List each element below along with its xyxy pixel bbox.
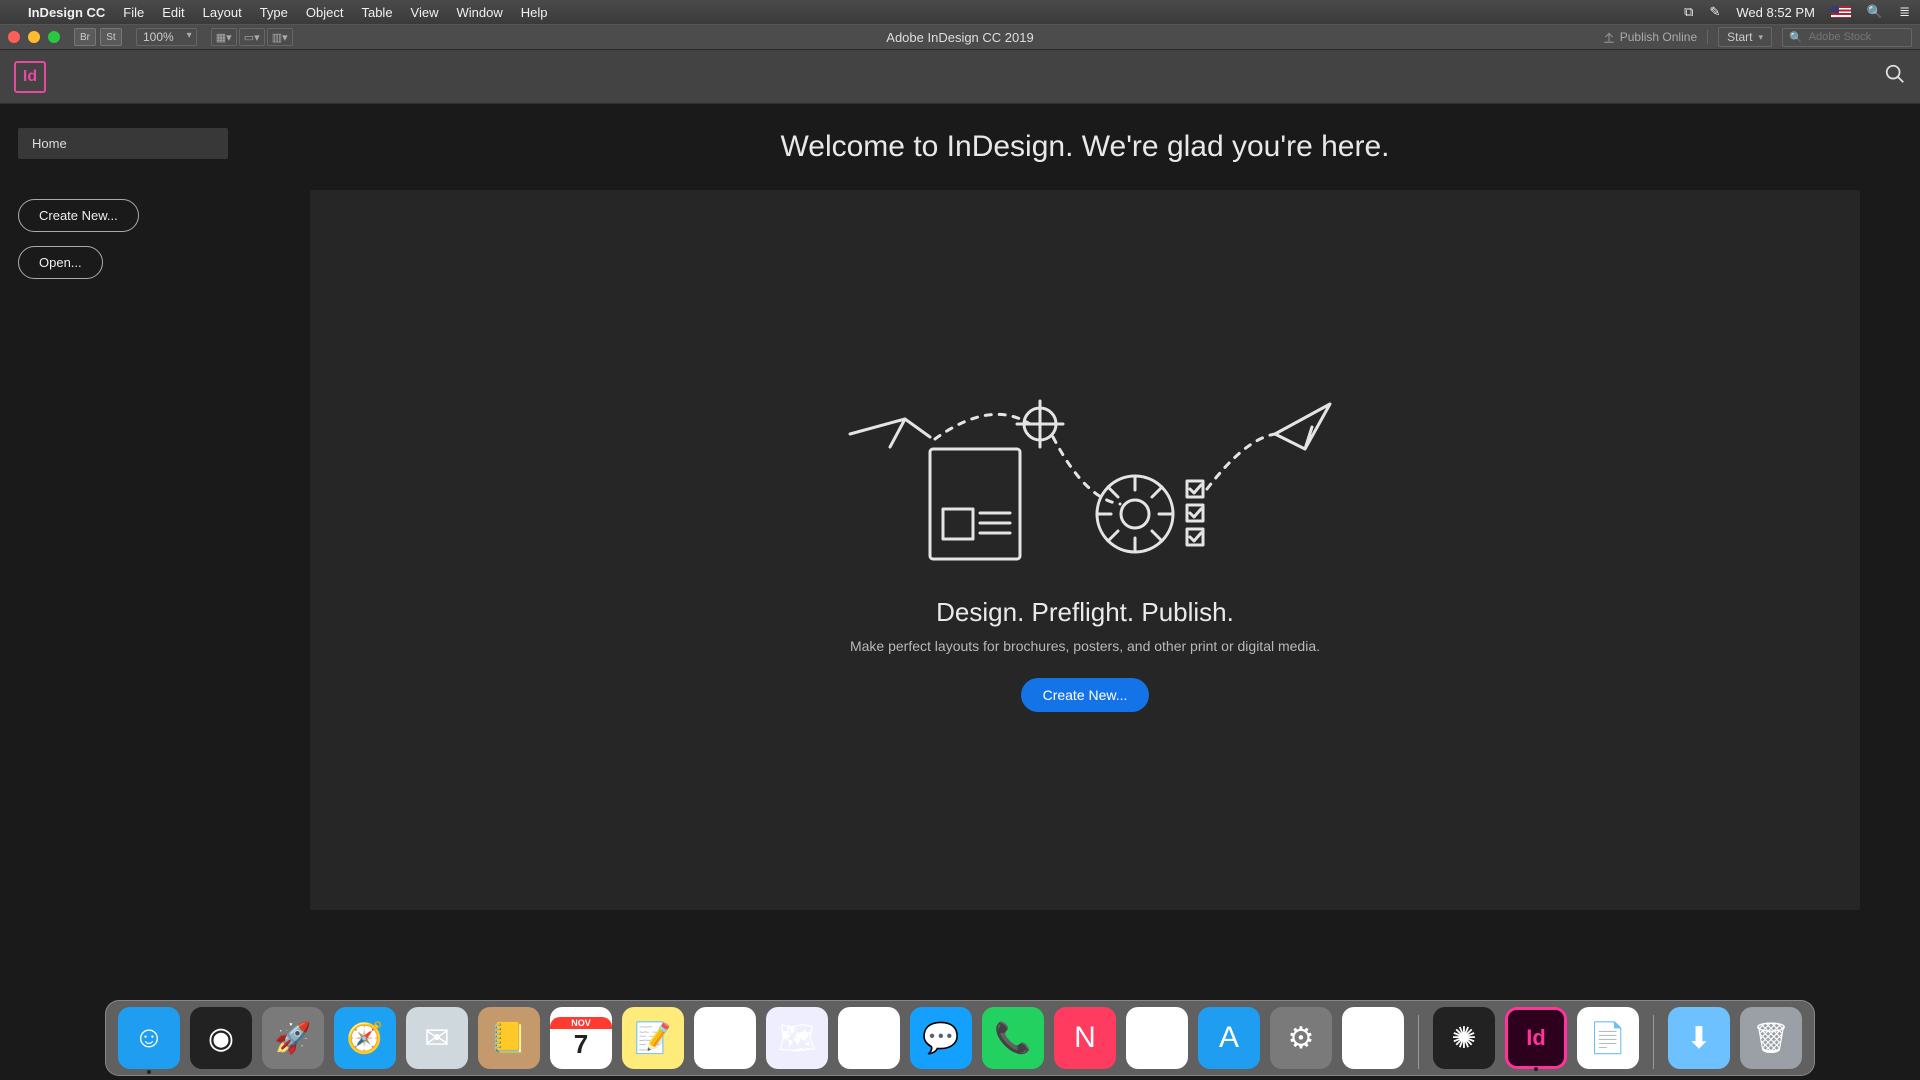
dock-app-indesign[interactable]: Id (1505, 1007, 1567, 1069)
menubar-list-icon[interactable]: ≣ (1899, 4, 1910, 20)
hero-tagline: Design. Preflight. Publish. (936, 597, 1234, 628)
zoom-select[interactable]: 100% (136, 28, 197, 46)
dock-separator (1418, 1015, 1419, 1069)
dock-app-trash[interactable]: 🗑 (1740, 1007, 1802, 1069)
dock-app-news[interactable]: N (1054, 1007, 1116, 1069)
menu-window[interactable]: Window (457, 5, 503, 20)
welcome-heading: Welcome to InDesign. We're glad you're h… (310, 130, 1860, 164)
hero-illustration (835, 389, 1335, 569)
dock-app-script-editor[interactable]: 📄 (1577, 1007, 1639, 1069)
publish-online-label: Publish Online (1620, 30, 1697, 44)
dock-app-siri[interactable]: ◉ (190, 1007, 252, 1069)
dock-app-downloads[interactable]: ⬇ (1668, 1007, 1730, 1069)
dock-app-magnet[interactable]: U (1342, 1007, 1404, 1069)
menu-view[interactable]: View (411, 5, 439, 20)
menu-edit[interactable]: Edit (162, 5, 184, 20)
hero-create-new-button[interactable]: Create New... (1021, 678, 1150, 712)
app-search-icon[interactable] (1884, 63, 1906, 91)
tab-home[interactable]: Home (18, 128, 228, 159)
screen-mirror-icon[interactable]: ⧉ (1684, 4, 1693, 20)
dock-app-calendar[interactable]: NOV7 (550, 1007, 612, 1069)
app-control-bar: Br St 100% ▦▾ ▭▾ ▥▾ Adobe InDesign CC 20… (0, 24, 1920, 50)
dock-app-launchpad[interactable]: 🚀 (262, 1007, 324, 1069)
dock-app-maps[interactable]: 🗺 (766, 1007, 828, 1069)
dock-app-preferences[interactable]: ⚙ (1270, 1007, 1332, 1069)
menu-table[interactable]: Table (361, 5, 392, 20)
dock-app-notes[interactable]: 📝 (622, 1007, 684, 1069)
mac-menubar: InDesign CC File Edit Layout Type Object… (0, 0, 1920, 24)
window-minimize-icon[interactable] (28, 31, 40, 43)
app-menu[interactable]: InDesign CC (28, 5, 105, 20)
adobe-stock-search[interactable]: 🔍 (1782, 28, 1912, 47)
workspace-select[interactable]: Start ▾ (1718, 27, 1772, 47)
window-title: Adobe InDesign CC 2019 (886, 30, 1033, 45)
dock-app-photopea[interactable]: ✺ (1433, 1007, 1495, 1069)
publish-online-button[interactable]: Publish Online (1602, 30, 1708, 44)
dock-separator (1653, 1015, 1654, 1069)
upload-icon (1602, 30, 1616, 44)
screen-mode-icon[interactable]: ▭▾ (239, 28, 265, 46)
dock-app-appstore[interactable]: A (1198, 1007, 1260, 1069)
dock-app-itunes[interactable]: ♫ (1126, 1007, 1188, 1069)
search-icon: 🔍 (1789, 31, 1803, 44)
menubar-clock[interactable]: Wed 8:52 PM (1736, 5, 1815, 20)
menu-file[interactable]: File (123, 5, 144, 20)
view-options-icon[interactable]: ▦▾ (211, 28, 237, 46)
macos-dock: ☺◉🚀🧭✉📒NOV7📝☰🗺✿💬📞N♫A⚙U ✺Id📄 ⬇🗑 (105, 1000, 1815, 1076)
dock-app-photos[interactable]: ✿ (838, 1007, 900, 1069)
dock-app-reminders[interactable]: ☰ (694, 1007, 756, 1069)
workspace-label: Start (1727, 30, 1752, 44)
menu-help[interactable]: Help (521, 5, 548, 20)
dock-app-mail[interactable]: ✉ (406, 1007, 468, 1069)
indesign-logo-icon: Id (14, 61, 46, 93)
start-sidebar: Home Create New... Open... (0, 104, 310, 1080)
create-new-button[interactable]: Create New... (18, 199, 139, 232)
dock-app-contacts[interactable]: 📒 (478, 1007, 540, 1069)
start-content: Welcome to InDesign. We're glad you're h… (310, 104, 1920, 1080)
bridge-icon[interactable]: Br (74, 28, 96, 46)
stock-icon[interactable]: St (100, 28, 122, 46)
open-button[interactable]: Open... (18, 246, 103, 279)
hero-panel: Design. Preflight. Publish. Make perfect… (310, 190, 1860, 910)
dock-app-finder[interactable]: ☺ (118, 1007, 180, 1069)
window-close-icon[interactable] (8, 31, 20, 43)
window-zoom-icon[interactable] (48, 31, 60, 43)
app-topbar: Id (0, 50, 1920, 104)
dock-app-facetime[interactable]: 📞 (982, 1007, 1044, 1069)
input-source-flag-icon[interactable] (1831, 6, 1851, 18)
arrange-docs-icon[interactable]: ▥▾ (267, 28, 293, 46)
chevron-down-icon: ▾ (1758, 32, 1763, 43)
menu-layout[interactable]: Layout (203, 5, 242, 20)
menu-type[interactable]: Type (260, 5, 288, 20)
menu-object[interactable]: Object (306, 5, 344, 20)
dock-app-safari[interactable]: 🧭 (334, 1007, 396, 1069)
keychain-icon[interactable]: ✎ (1709, 4, 1720, 20)
adobe-stock-input[interactable] (1809, 31, 1905, 43)
spotlight-icon[interactable]: 🔍 (1867, 4, 1883, 20)
dock-app-messages[interactable]: 💬 (910, 1007, 972, 1069)
hero-subline: Make perfect layouts for brochures, post… (850, 638, 1320, 654)
